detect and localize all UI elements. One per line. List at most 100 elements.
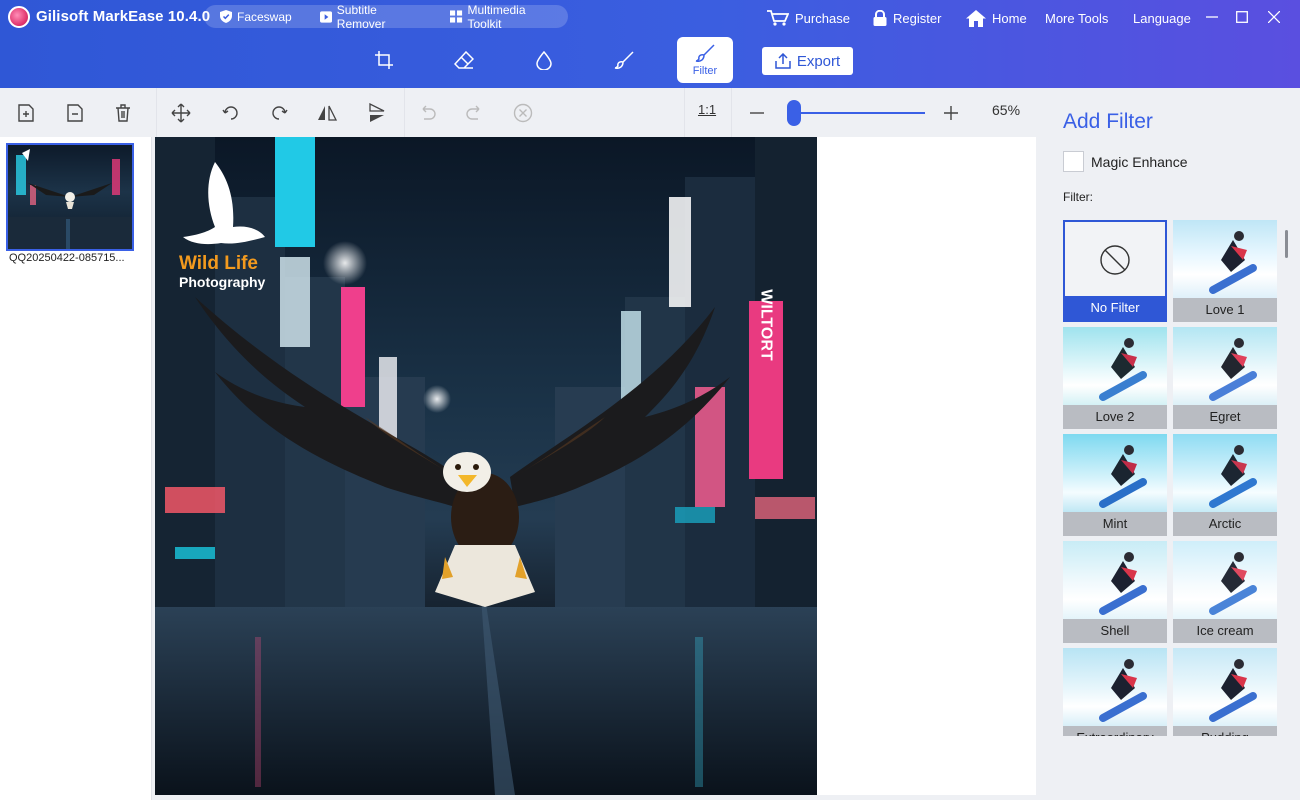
maximize-icon bbox=[1236, 11, 1248, 23]
filter-tile[interactable]: Extraordinary bbox=[1063, 648, 1167, 736]
promo-subtitle-remover[interactable]: Subtitle Remover bbox=[304, 2, 435, 31]
export-label: Export bbox=[796, 52, 841, 70]
purchase-button[interactable]: Purchase bbox=[767, 8, 850, 28]
promo-subtitle-label: Subtitle Remover bbox=[336, 2, 386, 31]
shield-icon bbox=[220, 10, 232, 23]
tab-eraser[interactable] bbox=[436, 37, 492, 83]
rotate-left-button[interactable] bbox=[218, 100, 244, 126]
play-icon bbox=[319, 10, 332, 23]
file-thumbnail[interactable] bbox=[6, 143, 134, 251]
filter-name: Mint bbox=[1063, 512, 1167, 536]
filter-preview bbox=[1173, 327, 1277, 405]
move-icon bbox=[171, 103, 191, 123]
tab-filter[interactable]: Filter bbox=[677, 37, 733, 83]
file-list: QQ20250422-085715... bbox=[0, 137, 152, 800]
tab-crop[interactable] bbox=[356, 37, 412, 83]
app-title: Gilisoft MarkEase 10.4.0 bbox=[36, 8, 211, 25]
purchase-label: Purchase bbox=[795, 10, 850, 26]
filter-name: Extraordinary bbox=[1063, 726, 1167, 736]
filter-tile[interactable]: Mint bbox=[1063, 434, 1167, 536]
file-name: QQ20250422-085715... bbox=[9, 252, 125, 264]
snowboarder-image bbox=[1209, 231, 1257, 294]
export-button[interactable]: Export bbox=[762, 47, 853, 75]
snowboarder-image bbox=[1209, 445, 1257, 508]
crop-icon bbox=[375, 51, 393, 69]
no-filter-icon bbox=[1100, 245, 1130, 275]
grid-icon bbox=[450, 10, 463, 23]
filter-preview bbox=[1173, 648, 1277, 726]
close-button[interactable] bbox=[1262, 6, 1286, 28]
filter-preview bbox=[1173, 220, 1277, 298]
more-tools-button[interactable]: More Tools bbox=[1045, 8, 1108, 28]
zoom-in-button[interactable] bbox=[938, 100, 964, 126]
zoom-slider-thumb[interactable] bbox=[787, 100, 801, 126]
toolbar-divider bbox=[404, 88, 405, 137]
flip-vertical-button[interactable] bbox=[364, 100, 390, 126]
move-button[interactable] bbox=[168, 100, 194, 126]
filter-name: Love 2 bbox=[1063, 405, 1167, 429]
remove-file-button[interactable] bbox=[62, 100, 88, 126]
filter-grid: No Filter Love 1 Love 2 Egret Mint Arcti… bbox=[1063, 220, 1279, 736]
snowboarder-image bbox=[1099, 338, 1147, 401]
filter-tile[interactable]: Love 2 bbox=[1063, 327, 1167, 429]
zoom-percent: 65% bbox=[992, 102, 1021, 118]
register-button[interactable]: Register bbox=[873, 8, 941, 28]
zoom-out-button[interactable] bbox=[744, 100, 770, 126]
tab-brush[interactable] bbox=[596, 37, 652, 83]
lock-icon bbox=[873, 10, 887, 26]
minus-icon bbox=[750, 112, 764, 114]
snowboarder-image bbox=[1099, 659, 1147, 722]
toolbar-divider bbox=[731, 88, 732, 137]
magic-enhance-label[interactable]: Magic Enhance bbox=[1091, 154, 1188, 170]
snowboarder-image bbox=[1209, 338, 1257, 401]
magic-enhance-checkbox[interactable] bbox=[1063, 151, 1084, 172]
photo-canvas[interactable]: WILTORT Wild Life Photography bbox=[155, 137, 817, 795]
zoom-slider-track[interactable] bbox=[792, 112, 925, 114]
panel-title: Add Filter bbox=[1063, 110, 1153, 133]
eraser-icon bbox=[454, 51, 474, 69]
rotate-right-button[interactable] bbox=[266, 100, 292, 126]
filter-name: Ice cream bbox=[1173, 619, 1277, 643]
undo-icon bbox=[422, 105, 436, 120]
filter-tile-no-filter[interactable]: No Filter bbox=[1063, 220, 1167, 322]
filter-tile[interactable]: Egret bbox=[1173, 327, 1277, 429]
filter-tile[interactable]: Arctic bbox=[1173, 434, 1277, 536]
redo-button[interactable] bbox=[462, 100, 488, 126]
home-button[interactable]: Home bbox=[966, 8, 1027, 28]
language-button[interactable]: Language bbox=[1133, 8, 1191, 28]
filter-scrollbar[interactable] bbox=[1285, 230, 1288, 258]
brush-icon bbox=[614, 51, 634, 69]
language-label: Language bbox=[1133, 10, 1191, 26]
drop-icon bbox=[536, 50, 552, 70]
snowboarder-image bbox=[1099, 552, 1147, 615]
clear-button[interactable] bbox=[510, 100, 536, 126]
minimize-button[interactable] bbox=[1200, 6, 1224, 28]
snowboarder-image bbox=[1209, 659, 1257, 722]
no-filter-preview bbox=[1065, 222, 1165, 300]
snowboarder-image bbox=[1099, 445, 1147, 508]
clear-icon bbox=[513, 103, 533, 123]
redo-icon bbox=[466, 105, 480, 120]
filter-name: Love 1 bbox=[1173, 298, 1277, 322]
close-icon bbox=[1268, 11, 1280, 23]
filter-tile[interactable]: Love 1 bbox=[1173, 220, 1277, 322]
undo-button[interactable] bbox=[414, 100, 440, 126]
actual-size-button[interactable]: 1:1 bbox=[698, 102, 716, 117]
filter-name: Arctic bbox=[1173, 512, 1277, 536]
tab-drop[interactable] bbox=[516, 37, 572, 83]
cart-icon bbox=[767, 10, 789, 26]
promo-faceswap[interactable]: Faceswap bbox=[204, 5, 304, 28]
flip-horizontal-button[interactable] bbox=[314, 100, 340, 126]
more-tools-label: More Tools bbox=[1045, 10, 1109, 26]
flip-vertical-icon bbox=[369, 103, 385, 122]
delete-button[interactable] bbox=[110, 100, 136, 126]
maximize-button[interactable] bbox=[1230, 6, 1254, 28]
add-file-button[interactable] bbox=[13, 100, 39, 126]
filter-tile[interactable]: Shell bbox=[1063, 541, 1167, 643]
filter-tile[interactable]: Ice cream bbox=[1173, 541, 1277, 643]
filter-tile[interactable]: Pudding bbox=[1173, 648, 1277, 736]
promo-multimedia-toolkit[interactable]: Multimedia Toolkit bbox=[434, 3, 568, 31]
export-icon bbox=[775, 53, 791, 69]
filter-preview bbox=[1173, 434, 1277, 512]
filter-icon bbox=[695, 43, 715, 62]
